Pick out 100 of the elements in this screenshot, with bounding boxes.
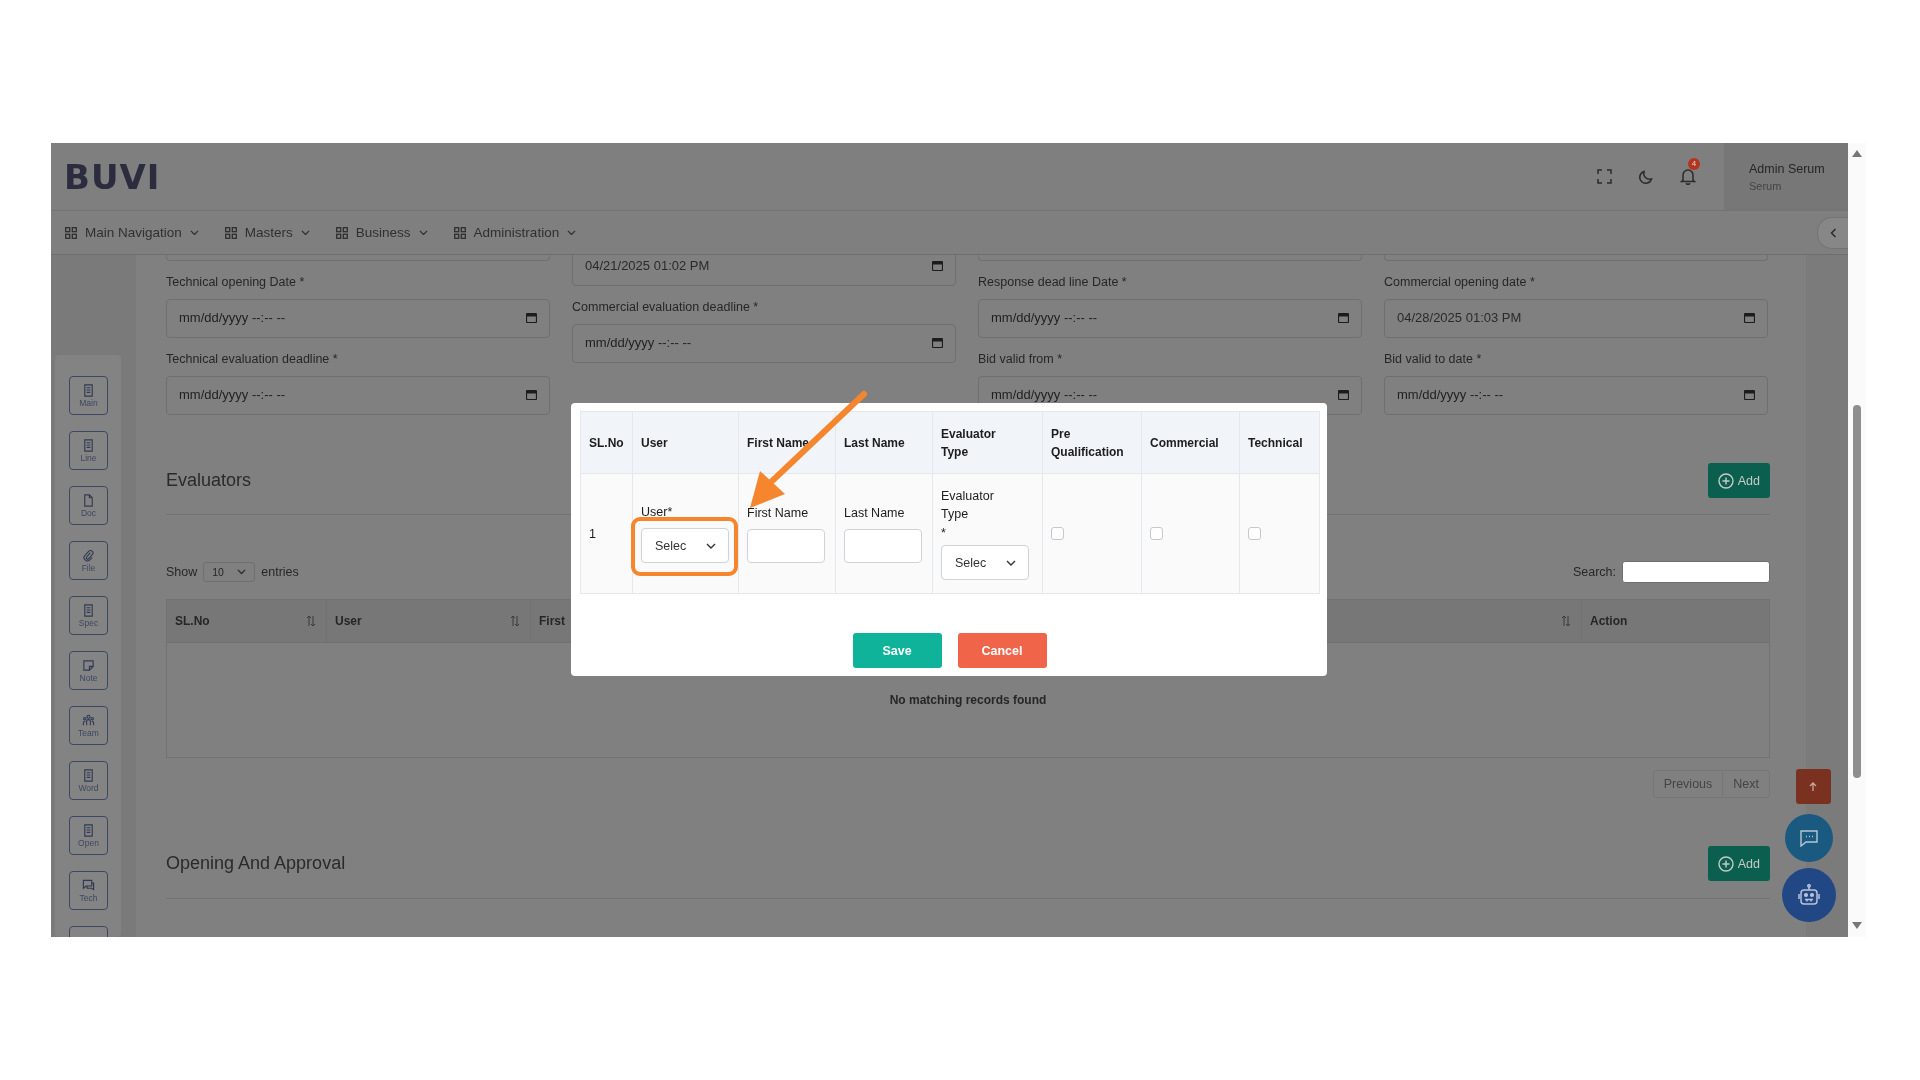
calendar-icon[interactable] [1338,311,1349,323]
calendar-icon[interactable] [526,311,537,323]
column-header: Last Name [844,435,905,450]
date-field[interactable]: 04/21/2025 01:02 PM [572,255,956,286]
column-header: First [539,614,565,628]
pagination-button[interactable]: Previous [1652,770,1724,798]
sort-icon[interactable] [1561,614,1571,628]
checkbox[interactable] [1150,527,1163,540]
search-label: Search: [1572,565,1616,579]
calendar-icon[interactable] [1744,311,1755,323]
field-label: User* [641,504,674,520]
required-mark: * [941,525,947,541]
chevron-down-icon [237,569,247,575]
document-icon [82,438,95,452]
date-field[interactable]: mm/dd/yyyy --:-- -- [978,299,1362,338]
sidebar-button[interactable]: Word [69,761,108,800]
row-number: 1 [589,526,596,541]
entries-label: entries [261,565,299,579]
notification-badge: 4 [1688,158,1700,170]
moon-icon[interactable] [1638,168,1654,185]
document-icon [82,823,95,837]
field-label: Bid valid from * [978,351,1064,367]
sidebar-button[interactable]: Line [69,431,108,470]
people-icon [82,713,95,727]
nav-menu-item[interactable]: Masters [224,225,310,240]
column-header: SL.No [175,614,210,628]
chat-icon [1800,829,1818,847]
sort-icon[interactable] [306,614,316,628]
nav-menu-item[interactable]: Main Navigation [65,225,199,240]
sort-icon[interactable] [510,614,520,628]
sidebar-button[interactable]: Open [69,816,108,855]
date-field[interactable]: mm/dd/yyyy --:-- -- [166,376,550,415]
sidebar-button[interactable]: Main [69,376,108,415]
add-button[interactable]: Add [1707,463,1770,498]
column-header: Pre Qualification [1051,426,1124,459]
sidebar-button[interactable]: Team [69,706,108,745]
field-label: Commercial opening date * [1384,274,1536,290]
grid-icon [335,226,348,239]
scroll-down-icon[interactable] [1852,922,1862,929]
date-field[interactable]: mm/dd/yyyy --:-- -- [572,324,956,363]
date-field[interactable]: mm/dd/yyyy --:-- -- [166,299,550,338]
calendar-icon[interactable] [932,336,943,348]
grid-icon [224,226,237,239]
sidebar-button[interactable]: Note [69,651,108,690]
select-field[interactable]: Selec [941,545,1029,580]
field-label: Commercial evaluation deadline * [572,299,760,315]
section-title: Opening And Approval [166,853,346,874]
chevron-down-icon [418,229,428,236]
field-label: Response dead line Date * [978,274,1128,290]
nav-menu-item[interactable]: Administration [453,225,577,240]
checkbox[interactable] [1051,527,1064,540]
document-icon [82,383,95,397]
section-title: Evaluators [166,470,252,491]
date-field[interactable]: mm/dd/yyyy --:-- -- [1384,376,1768,415]
search-field[interactable] [1622,561,1770,583]
select-field[interactable]: Selec [641,528,729,563]
calendar-icon[interactable] [526,388,537,400]
arrow-up-icon [1809,782,1817,791]
save-button[interactable]: Save [852,633,942,668]
calendar-icon[interactable] [1744,388,1755,400]
sidebar-button[interactable]: Tech [69,871,108,910]
column-header: Action [1590,614,1628,628]
document-icon [82,768,95,782]
plus-circle-icon [1717,472,1734,489]
chevron-down-icon [189,229,199,236]
fullscreen-icon[interactable] [1597,169,1612,184]
column-header: SL.No [589,435,624,450]
nav-menu-item[interactable]: Business [335,225,428,240]
column-header: Commercial [1150,435,1219,450]
add-button[interactable]: Add [1707,846,1770,881]
field-label: First Name [747,504,810,521]
empty-message: No matching records found [889,693,1047,707]
sidebar-button[interactable]: Doc [69,486,108,525]
field-label: Technical evaluation deadline * [166,351,339,367]
field-label: Bid valid to date * [1384,351,1483,367]
pagination-button[interactable]: Next [1723,770,1770,798]
column-header: Evaluator Type [941,425,997,461]
document-icon [82,603,95,617]
user-name: Admin Serum [1749,161,1826,176]
text-input[interactable] [747,528,825,563]
bell-icon[interactable] [1680,168,1696,185]
calendar-icon[interactable] [1338,388,1349,400]
text-input[interactable] [844,528,922,563]
scrollbar-thumb[interactable] [1853,405,1861,778]
column-header: User [641,435,668,450]
chevron-down-icon [706,542,716,549]
scroll-up-icon[interactable] [1852,150,1862,157]
scroll-top-button[interactable] [1795,769,1831,804]
paperclip-icon [82,548,95,562]
field-label: Evaluator Type [941,488,995,523]
chat-icon [82,878,95,892]
chevron-down-icon [567,229,577,236]
page-size-select[interactable]: 10 [203,562,256,582]
chevron-left-icon [1829,227,1837,238]
checkbox[interactable] [1248,527,1261,540]
cancel-button[interactable]: Cancel [957,633,1047,668]
calendar-icon[interactable] [932,259,943,271]
date-field[interactable]: 04/28/2025 01:03 PM [1384,299,1768,338]
sidebar-button[interactable]: File [69,541,108,580]
sidebar-button[interactable]: Spec [69,596,108,635]
